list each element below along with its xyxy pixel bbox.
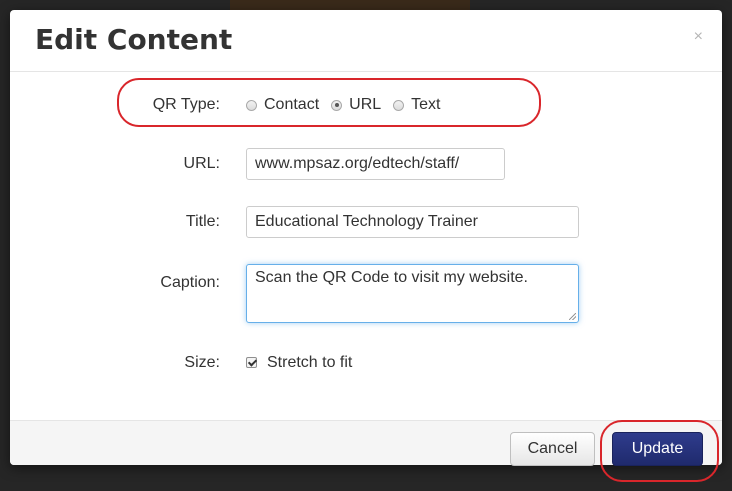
radio-text-label[interactable]: Text — [411, 96, 440, 114]
caption-textarea[interactable]: Scan the QR Code to visit my website. — [246, 264, 579, 323]
radio-url-icon[interactable] — [331, 99, 343, 111]
stretch-to-fit-checkbox-field[interactable]: Stretch to fit — [246, 354, 352, 372]
url-row: URL: www.mpsaz.org/edtech/staff/ — [10, 148, 722, 180]
caption-text: Scan the QR Code to visit my website. — [255, 269, 528, 286]
caption-row: Caption: Scan the QR Code to visit my we… — [10, 264, 722, 323]
stretch-to-fit-label[interactable]: Stretch to fit — [267, 354, 352, 371]
title-row: Title: Educational Technology Trainer — [10, 206, 722, 238]
cancel-button[interactable]: Cancel — [510, 432, 595, 466]
modal-title: Edit Content — [35, 23, 233, 56]
radio-url-label[interactable]: URL — [349, 96, 381, 114]
qr-type-row: QR Type: Contact URL Text — [10, 94, 722, 118]
background-fragment — [230, 0, 470, 10]
update-button[interactable]: Update — [612, 432, 703, 466]
url-label: URL: — [183, 155, 220, 172]
qr-type-radio-group: Contact URL Text — [246, 96, 453, 114]
close-icon[interactable]: × — [694, 28, 703, 46]
resize-grip-icon[interactable] — [569, 313, 576, 320]
url-input[interactable]: www.mpsaz.org/edtech/staff/ — [246, 148, 505, 180]
checkbox-icon[interactable] — [246, 357, 257, 369]
size-row: Size: Stretch to fit — [10, 353, 722, 375]
title-input[interactable]: Educational Technology Trainer — [246, 206, 579, 238]
radio-text-icon[interactable] — [393, 99, 405, 111]
title-label: Title: — [185, 213, 220, 230]
size-label: Size: — [184, 354, 220, 371]
radio-contact-label[interactable]: Contact — [264, 96, 319, 114]
modal-header: Edit Content × — [10, 10, 722, 72]
qr-type-label: QR Type: — [152, 96, 220, 113]
caption-label: Caption: — [160, 274, 220, 291]
radio-contact-icon[interactable] — [246, 99, 257, 111]
edit-content-modal: Edit Content × QR Type: Contact URL Text… — [10, 10, 722, 465]
